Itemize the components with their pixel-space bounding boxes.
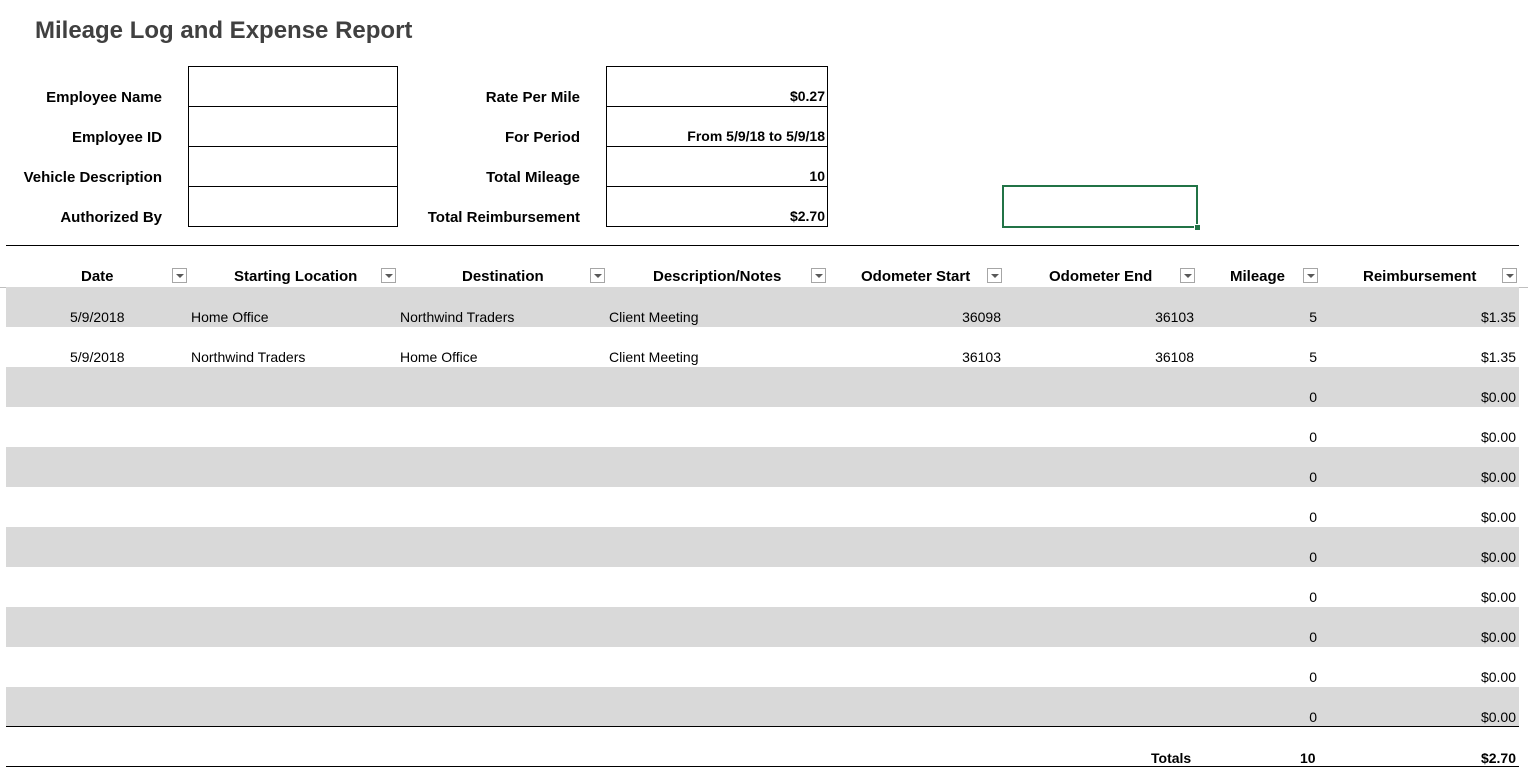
cell-reimbursement[interactable]: $1.35 — [1481, 350, 1516, 364]
header-odometer-start: Odometer Start — [861, 268, 971, 285]
cell-mileage[interactable]: 0 — [1309, 510, 1317, 524]
cell-odometer-start[interactable]: 36098 — [962, 310, 1001, 324]
chevron-down-icon — [1183, 273, 1192, 278]
cell-mileage[interactable]: 0 — [1309, 670, 1317, 684]
cell-destination[interactable]: Home Office — [400, 350, 478, 364]
employee-id-label: Employee ID — [71, 129, 162, 146]
for-period-field[interactable]: From 5/9/18 to 5/9/18 — [606, 106, 828, 147]
selected-cell[interactable] — [1002, 185, 1198, 228]
totals-reimbursement: $2.70 — [1480, 750, 1516, 766]
vehicle-description-field[interactable] — [188, 146, 398, 187]
header-starting-location: Starting Location — [234, 268, 358, 285]
cell-description-notes[interactable]: Client Meeting — [609, 310, 699, 324]
chevron-down-icon — [990, 273, 999, 278]
cell-mileage[interactable]: 0 — [1309, 470, 1317, 484]
cell-reimbursement[interactable]: $0.00 — [1481, 590, 1516, 604]
cell-reimbursement[interactable]: $0.00 — [1481, 470, 1516, 484]
cell-mileage[interactable]: 0 — [1309, 590, 1317, 604]
cell-reimbursement[interactable]: $0.00 — [1481, 630, 1516, 644]
header-reimbursement: Reimbursement — [1363, 268, 1477, 285]
cell-reimbursement[interactable]: $0.00 — [1481, 670, 1516, 684]
chevron-down-icon — [814, 273, 823, 278]
chevron-down-icon — [593, 273, 602, 278]
header-description-notes: Description/Notes — [653, 268, 782, 285]
table-row: 0 $0.00 — [6, 367, 1519, 407]
cell-reimbursement[interactable]: $0.00 — [1481, 710, 1516, 724]
rate-per-mile-label: Rate Per Mile — [485, 89, 580, 106]
filter-starting-location-button[interactable] — [381, 268, 396, 283]
cell-date[interactable]: 5/9/2018 — [70, 350, 125, 364]
cell-odometer-end[interactable]: 36108 — [1155, 350, 1194, 364]
cell-starting-location[interactable]: Home Office — [191, 310, 269, 324]
table-row: 0 $0.00 — [6, 687, 1519, 727]
cell-reimbursement[interactable]: $0.00 — [1481, 510, 1516, 524]
totals-bottom-border — [6, 766, 1519, 767]
rate-per-mile-field[interactable]: $0.27 — [606, 66, 828, 107]
table-row: 0 $0.00 — [6, 527, 1519, 567]
chevron-down-icon — [1306, 273, 1315, 278]
cell-mileage[interactable]: 0 — [1309, 710, 1317, 724]
filter-odometer-end-button[interactable] — [1180, 268, 1195, 283]
filter-mileage-button[interactable] — [1303, 268, 1318, 283]
authorized-by-field[interactable] — [188, 186, 398, 227]
table-row: 0 $0.00 — [6, 647, 1519, 687]
cell-mileage[interactable]: 0 — [1309, 430, 1317, 444]
report-title: Mileage Log and Expense Report — [35, 17, 413, 44]
table-row: 0 $0.00 — [6, 487, 1519, 527]
cell-reimbursement[interactable]: $1.35 — [1481, 310, 1516, 324]
table-row: 0 $0.00 — [6, 607, 1519, 647]
cell-mileage[interactable]: 5 — [1309, 350, 1317, 364]
header-destination: Destination — [462, 268, 544, 285]
totals-mileage: 10 — [1300, 750, 1316, 766]
total-reimbursement-label: Total Reimbursement — [427, 209, 580, 226]
cell-starting-location[interactable]: Northwind Traders — [191, 350, 305, 364]
table-row: 0 $0.00 — [6, 567, 1519, 607]
cell-mileage[interactable]: 0 — [1309, 550, 1317, 564]
authorized-by-label: Authorized By — [60, 209, 162, 226]
table-row: 0 $0.00 — [6, 407, 1519, 447]
table-row: 0 $0.00 — [6, 447, 1519, 487]
cell-odometer-end[interactable]: 36103 — [1155, 310, 1194, 324]
filter-odometer-start-button[interactable] — [987, 268, 1002, 283]
totals-label: Totals — [1151, 750, 1192, 766]
employee-name-field[interactable] — [188, 66, 398, 107]
cell-reimbursement[interactable]: $0.00 — [1481, 550, 1516, 564]
chevron-down-icon — [175, 273, 184, 278]
total-mileage-field[interactable]: 10 — [606, 146, 828, 187]
filter-destination-button[interactable] — [590, 268, 605, 283]
header-mileage: Mileage — [1230, 268, 1286, 285]
cell-mileage[interactable]: 5 — [1309, 310, 1317, 324]
cell-odometer-start[interactable]: 36103 — [962, 350, 1001, 364]
employee-name-label: Employee Name — [46, 89, 162, 106]
filter-reimbursement-button[interactable] — [1502, 268, 1517, 283]
vehicle-description-label: Vehicle Description — [23, 169, 162, 186]
for-period-label: For Period — [504, 129, 580, 146]
chevron-down-icon — [384, 273, 393, 278]
header-odometer-end: Odometer End — [1049, 268, 1153, 285]
cell-reimbursement[interactable]: $0.00 — [1481, 390, 1516, 404]
cell-destination[interactable]: Northwind Traders — [400, 310, 514, 324]
total-mileage-label: Total Mileage — [486, 169, 580, 186]
table-row: 5/9/2018 Home Office Northwind Traders Clie… — [6, 287, 1519, 327]
cell-mileage[interactable]: 0 — [1309, 630, 1317, 644]
employee-id-field[interactable] — [188, 106, 398, 147]
filter-description-notes-button[interactable] — [811, 268, 826, 283]
fill-handle[interactable] — [1194, 224, 1201, 231]
cell-date[interactable]: 5/9/2018 — [70, 310, 125, 324]
header-divider — [6, 245, 1519, 246]
filter-date-button[interactable] — [172, 268, 187, 283]
header-date: Date — [81, 268, 114, 285]
chevron-down-icon — [1505, 273, 1514, 278]
cell-mileage[interactable]: 0 — [1309, 390, 1317, 404]
cell-description-notes[interactable]: Client Meeting — [609, 350, 699, 364]
table-row: 5/9/2018 Northwind Traders Home Office Clie… — [6, 327, 1519, 367]
table-bottom-border — [6, 726, 1519, 727]
total-reimbursement-field[interactable]: $2.70 — [606, 186, 828, 227]
cell-reimbursement[interactable]: $0.00 — [1481, 430, 1516, 444]
